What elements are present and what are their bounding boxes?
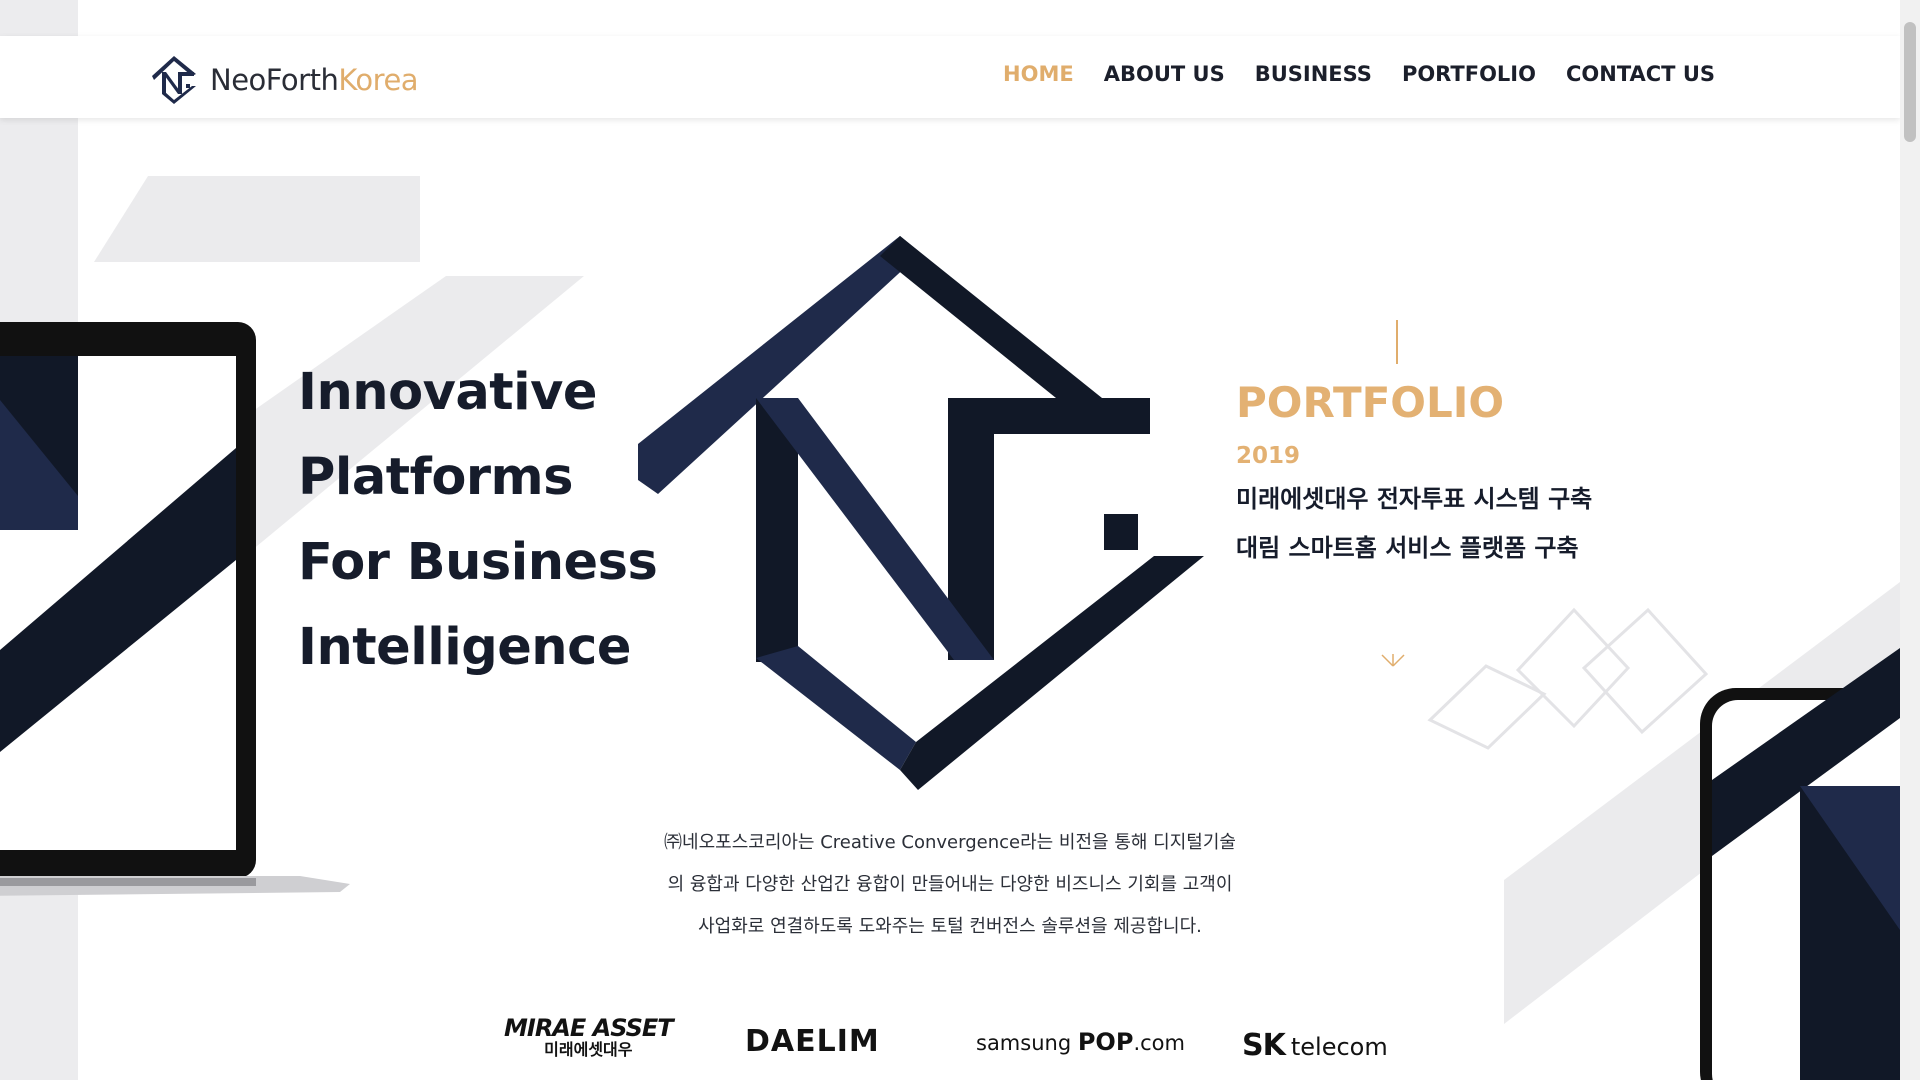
- nf-monogram-large: [638, 236, 1204, 790]
- hero-headline: Innovative Platforms For Business Intell…: [298, 350, 658, 690]
- client-logo-samsung-pop: samsung POP.com: [976, 1028, 1185, 1056]
- gray-parallelogram-top: [94, 176, 420, 262]
- portfolio-year: 2019: [1236, 443, 1301, 469]
- brand-wordmark: NeoForthKorea: [210, 63, 419, 97]
- chevron-down-icon[interactable]: [1380, 652, 1406, 670]
- client-sk-telecom: telecom: [1290, 1033, 1388, 1061]
- client-samsung-prefix: samsung: [976, 1031, 1078, 1055]
- nav-about-us[interactable]: ABOUT US: [1104, 62, 1225, 86]
- main-nav: HOME ABOUT US BUSINESS PORTFOLIO CONTACT…: [973, 62, 1715, 86]
- page: NeoForthKorea HOME ABOUT US BUSINESS POR…: [0, 0, 1920, 1080]
- client-sk-name: SK: [1242, 1028, 1286, 1063]
- intro-line: ㈜네오포스코리아는 Creative Convergence라는 비전을 통해 …: [664, 832, 1236, 853]
- client-logo-sk-telecom: SK telecom: [1242, 1028, 1388, 1063]
- outline-diamonds: [1427, 607, 1709, 750]
- nav-business[interactable]: BUSINESS: [1255, 62, 1372, 86]
- company-intro: ㈜네오포스코리아는 Creative Convergence라는 비전을 통해 …: [620, 822, 1280, 948]
- portfolio-item[interactable]: 미래에셋대우 전자투표 시스템 구축: [1236, 479, 1592, 514]
- nav-contact-us[interactable]: CONTACT US: [1566, 62, 1715, 86]
- portfolio-title[interactable]: PORTFOLIO: [1236, 378, 1592, 427]
- brand-logo[interactable]: NeoForthKorea: [148, 54, 419, 106]
- intro-line: 사업화로 연결하도록 도와주는 토털 컨버전스 솔루션을 제공합니다.: [698, 916, 1202, 937]
- site-header: NeoForthKorea HOME ABOUT US BUSINESS POR…: [0, 36, 1900, 118]
- hero-line: Platforms: [298, 448, 574, 507]
- client-logos: MIRAE ASSET 미래에셋대우 DAELIM samsung POP.co…: [500, 1014, 1400, 1080]
- phone-image: [1700, 648, 1920, 1080]
- client-samsung-suffix: .com: [1133, 1031, 1185, 1055]
- portfolio-divider: [1396, 320, 1398, 364]
- hero-line: For Business: [298, 533, 658, 592]
- client-mirae-name: MIRAE ASSET: [504, 1014, 674, 1042]
- nf-monogram-icon: [152, 56, 196, 104]
- portfolio-item[interactable]: 대림 스마트홈 서비스 플랫폼 구축: [1236, 528, 1592, 563]
- brand-name-accent: Korea: [338, 63, 419, 97]
- client-logo-mirae-asset: MIRAE ASSET 미래에셋대우: [504, 1014, 674, 1060]
- client-samsung-pop: POP: [1077, 1028, 1134, 1056]
- scrollbar-thumb[interactable]: [1904, 22, 1916, 142]
- page-scrollbar[interactable]: [1900, 0, 1920, 1080]
- nav-portfolio[interactable]: PORTFOLIO: [1402, 62, 1536, 86]
- nav-home[interactable]: HOME: [1003, 62, 1074, 86]
- portfolio-highlight: PORTFOLIO 2019 미래에셋대우 전자투표 시스템 구축 대림 스마트…: [1236, 378, 1592, 563]
- client-logo-daelim: DAELIM: [745, 1024, 880, 1059]
- brand-name: NeoForth: [210, 63, 339, 97]
- hero-line: Intelligence: [298, 618, 631, 677]
- intro-line: 의 융합과 다양한 산업간 융합이 만들어내는 다양한 비즈니스 기회를 고객이: [667, 874, 1233, 895]
- hero-line: Innovative: [298, 363, 597, 422]
- client-mirae-subname: 미래에셋대우: [544, 1040, 633, 1059]
